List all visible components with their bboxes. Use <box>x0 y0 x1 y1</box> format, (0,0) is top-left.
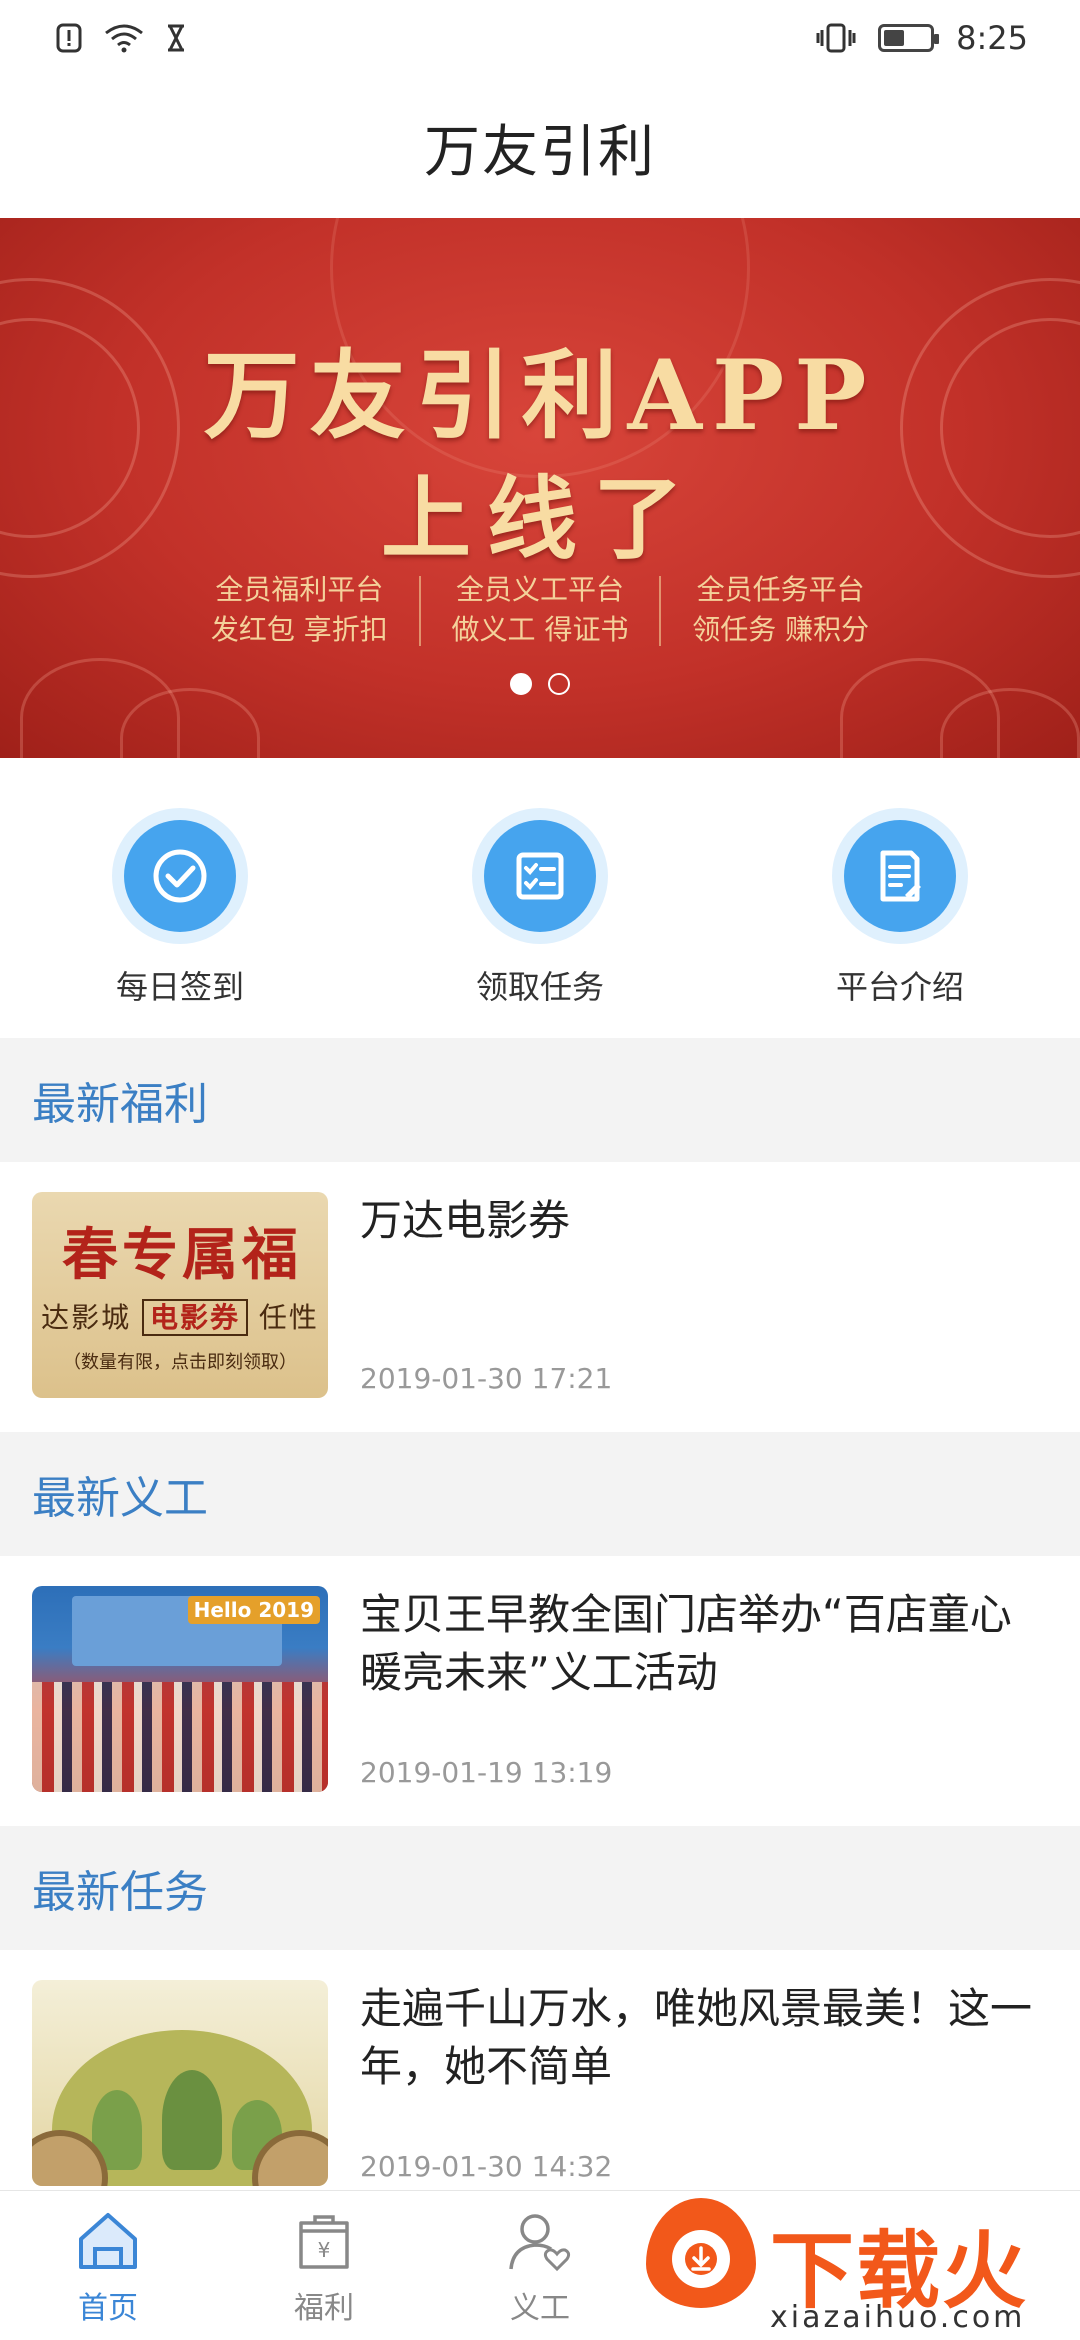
document-edit-icon <box>832 808 968 944</box>
daily-checkin-label: 每日签到 <box>115 968 244 1006</box>
tab-volunteer[interactable]: 义工 <box>432 2191 648 2340</box>
feature-line: 领任务 赚积分 <box>692 613 870 646</box>
thumbnail-caption: Hello 2019 <box>187 1596 320 1624</box>
wifi-icon <box>105 24 143 53</box>
get-task-label: 领取任务 <box>475 968 604 1006</box>
feature-line: 做义工 得证书 <box>451 613 629 646</box>
hourglass-icon <box>168 24 184 52</box>
section-heading-welfare[interactable]: 最新福利 <box>0 1038 1080 1162</box>
feature-line: 全员任务平台 <box>696 573 865 606</box>
thumbnail-tree <box>162 2070 222 2170</box>
status-left <box>56 23 186 53</box>
watermark-url: xiazaihuo.com <box>770 2300 1026 2335</box>
quick-actions: 每日签到 领取任务 平台介绍 <box>0 758 1080 1038</box>
thumbnail-caption: 达影城 电影券 任性 <box>32 1296 328 1336</box>
welfare-thumbnail: 春专属福 达影城 电影券 任性 （数量有限，点击即刻领取） <box>32 1192 328 1398</box>
task-list-item[interactable]: 走遍千山万水，唯她风景最美！这一年，她不简单 2019-01-30 14:32 <box>0 1950 1080 2220</box>
status-bar: 8:25 <box>0 0 1080 76</box>
banner-feature-task: 全员任务平台 领任务 赚积分 <box>661 570 900 650</box>
feature-line: 发红包 享折扣 <box>210 613 388 646</box>
welfare-bag-icon: ¥ <box>299 2215 349 2269</box>
check-circle-icon <box>112 808 248 944</box>
banner-feature-volunteer: 全员义工平台 做义工 得证书 <box>421 570 660 650</box>
item-date: 2019-01-30 17:21 <box>360 1362 613 1395</box>
page-title: 万友引利 <box>424 119 656 185</box>
tab-label: 首页 <box>78 2291 138 2326</box>
welfare-list-item[interactable]: 春专属福 达影城 电影券 任性 （数量有限，点击即刻领取） 万达电影券 2019… <box>0 1162 1080 1432</box>
platform-intro-label: 平台介绍 <box>835 968 964 1006</box>
tab-label: 义工 <box>510 2291 570 2326</box>
platform-intro-button[interactable]: 平台介绍 <box>720 758 1080 1038</box>
carousel-dot[interactable] <box>548 673 570 695</box>
battery-icon <box>878 24 940 52</box>
volunteer-heart-icon <box>509 2214 571 2272</box>
vibrate-icon <box>816 23 856 53</box>
item-title: 走遍千山万水，唯她风景最美！这一年，她不简单 <box>360 1984 1033 2091</box>
banner-subheadline: 上线了 <box>381 466 699 572</box>
thumbnail-caption: 达影城 <box>41 1301 132 1334</box>
banner-features: 全员福利平台 发红包 享折扣 全员义工平台 做义工 得证书 全员任务平台 领任务… <box>180 570 900 650</box>
thumbnail-caption: 电影券 <box>141 1299 248 1336</box>
thumbnail-caption: （数量有限，点击即刻领取） <box>63 1352 297 1373</box>
alert-icon <box>56 23 82 53</box>
item-title: 宝贝王早教全国门店举办“百店童心 暖亮未来”义工活动 <box>360 1590 1012 1697</box>
daily-checkin-button[interactable]: 每日签到 <box>0 758 360 1038</box>
tab-home[interactable]: 首页 <box>0 2191 216 2340</box>
thumbnail-caption: 春专属福 <box>62 1222 302 1288</box>
feature-line: 全员福利平台 <box>215 573 384 606</box>
task-thumbnail <box>32 1980 328 2186</box>
watermark: 下载火 xiazaihuo.com <box>640 2190 1080 2340</box>
volunteer-thumbnail: Hello 2019 <box>32 1586 328 1792</box>
section-heading-task[interactable]: 最新任务 <box>0 1826 1080 1950</box>
banner-headline: 万友引利APP <box>203 339 877 452</box>
banner-carousel[interactable]: 万友引利APP 上线了 全员福利平台 发红包 享折扣 全员义工平台 做义工 得证… <box>0 218 1080 758</box>
svg-text:¥: ¥ <box>318 2238 331 2262</box>
feature-line: 全员义工平台 <box>456 573 625 606</box>
carousel-indicator <box>0 673 1080 695</box>
status-right: 8:25 <box>816 19 1028 57</box>
item-date: 2019-01-30 14:32 <box>360 2150 613 2183</box>
flame-logo-icon <box>646 2198 756 2308</box>
thumbnail-crowd <box>32 1682 328 1792</box>
item-date: 2019-01-19 13:19 <box>360 1756 613 1789</box>
volunteer-list-item[interactable]: Hello 2019 宝贝王早教全国门店举办“百店童心 暖亮未来”义工活动 20… <box>0 1556 1080 1826</box>
item-title: 万达电影券 <box>360 1196 571 1245</box>
section-heading-volunteer[interactable]: 最新义工 <box>0 1432 1080 1556</box>
app-header: 万友引利 <box>0 76 1080 218</box>
app-screen: 8:25 万友引利 万友引利APP 上线了 全员福利平台 发红包 享折扣 全员义… <box>0 0 1080 2340</box>
tab-label: 福利 <box>294 2291 354 2326</box>
get-task-button[interactable]: 领取任务 <box>360 758 720 1038</box>
tab-welfare[interactable]: ¥ 福利 <box>216 2191 432 2340</box>
carousel-dot-active[interactable] <box>510 673 532 695</box>
task-list-icon <box>472 808 608 944</box>
status-time: 8:25 <box>956 19 1028 57</box>
home-icon <box>79 2213 137 2269</box>
thumbnail-caption: 任性 <box>258 1301 319 1334</box>
banner-feature-welfare: 全员福利平台 发红包 享折扣 <box>180 570 419 650</box>
